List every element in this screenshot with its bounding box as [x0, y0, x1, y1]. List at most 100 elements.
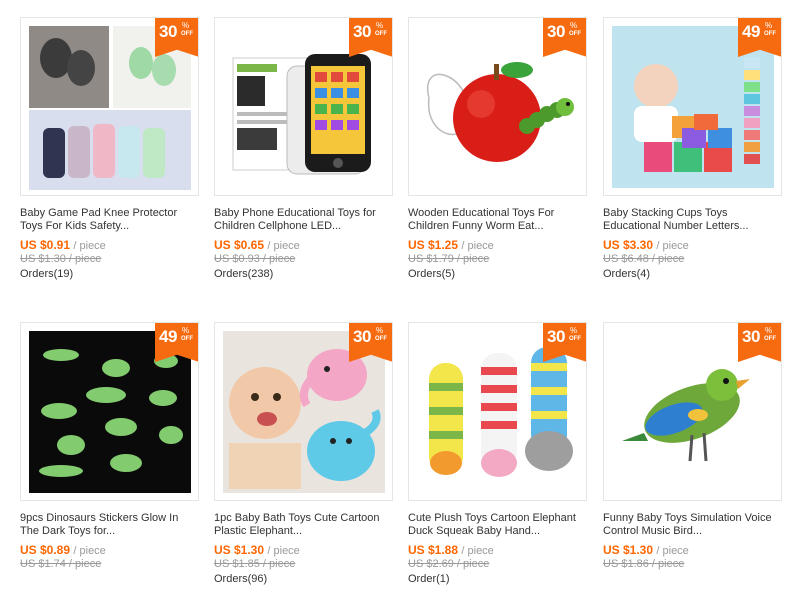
product-price: US $0.91 / piece [20, 238, 106, 252]
original-price: US $6.48 / piece [603, 253, 685, 265]
price-unit: / piece [656, 240, 689, 252]
product-title-line: Baby Stacking Cups Toys [603, 207, 728, 219]
discount-off-label: OFF [764, 31, 776, 37]
product-image-baby-phone[interactable]: 30 % OFF [214, 17, 393, 196]
order-count: Orders(96) [214, 573, 268, 585]
product-title-line: Children Cellphone LED... [214, 220, 342, 232]
discount-percent-sign: % [765, 21, 773, 30]
product-card[interactable]: 30 % OFF Wooden Educational Toys For Chi… [408, 17, 603, 297]
product-grid: 30 % OFF Baby Game Pad Knee Protector To… [0, 0, 800, 589]
product-title-line: 1pc Baby Bath Toys Cute Cartoon [214, 512, 380, 524]
order-count: Orders(238) [214, 268, 274, 280]
discount-off-label: OFF [181, 336, 193, 342]
product-title-line: Baby Game Pad Knee Protector [20, 207, 178, 219]
discount-percent-sign: % [182, 21, 190, 30]
product-title-link[interactable]: Baby Game Pad Knee Protector Toys For Ki… [20, 207, 205, 233]
order-count: Orders(4) [603, 268, 651, 280]
price-amount: US $1.88 [408, 543, 459, 557]
discount-percent-sign: % [376, 326, 384, 335]
discount-percent-sign: % [570, 326, 578, 335]
product-title-link[interactable]: 1pc Baby Bath Toys Cute Cartoon Plastic … [214, 512, 399, 538]
discount-value: 30 [742, 327, 760, 346]
product-title-line: Duck Squeak Baby Hand... [408, 525, 541, 537]
original-price: US $1.74 / piece [20, 558, 102, 570]
price-amount: US $3.30 [603, 238, 654, 252]
product-image-knee-pads[interactable]: 30 % OFF [20, 17, 199, 196]
product-title-line: Control Music Bird... [603, 525, 703, 537]
product-image-stacking-cups[interactable]: 49 % OFF [603, 17, 782, 196]
original-price: US $1.79 / piece [408, 253, 490, 265]
product-card[interactable]: 30 % OFF Baby Phone Educational Toys for… [214, 17, 409, 297]
product-title-line: Plastic Elephant... [214, 525, 303, 537]
price-unit: / piece [73, 545, 106, 557]
product-image-toy-bird[interactable]: 30 % OFF [603, 322, 782, 501]
product-card[interactable]: 49 % OFF Baby Stacking Cups Toys Educati… [603, 17, 798, 297]
price-unit: / piece [656, 545, 689, 557]
price-amount: US $1.25 [408, 238, 459, 252]
order-count: Orders(19) [20, 268, 74, 280]
price-amount: US $1.30 [214, 543, 265, 557]
product-price: US $1.30 / piece [214, 543, 300, 557]
discount-value: 49 [159, 327, 177, 346]
original-price: US $1.30 / piece [20, 253, 102, 265]
product-title-line: Toys For Kids Safety... [20, 220, 130, 232]
original-price: US $2.69 / piece [408, 558, 490, 570]
price-unit: / piece [267, 545, 300, 557]
product-image-apple-worm[interactable]: 30 % OFF [408, 17, 587, 196]
original-price: US $1.86 / piece [603, 558, 685, 570]
price-unit: / piece [73, 240, 106, 252]
product-card[interactable]: 30 % OFF Baby Game Pad Knee Protector To… [20, 17, 215, 297]
product-title-line: Funny Baby Toys Simulation Voice [603, 512, 772, 524]
price-unit: / piece [461, 240, 494, 252]
price-unit: / piece [461, 545, 494, 557]
discount-percent-sign: % [570, 21, 578, 30]
product-card[interactable]: 30 % OFF 1pc Baby Bath Toys Cute Cartoon… [214, 322, 409, 585]
discount-off-label: OFF [764, 336, 776, 342]
product-image-plush-toys[interactable]: 30 % OFF [408, 322, 587, 501]
product-title-line: Baby Phone Educational Toys for [214, 207, 376, 219]
discount-off-label: OFF [375, 336, 387, 342]
product-title-link[interactable]: 9pcs Dinosaurs Stickers Glow In The Dark… [20, 512, 205, 538]
order-count: Order(1) [408, 573, 450, 585]
product-title-line: Children Funny Worm Eat... [408, 220, 544, 232]
order-count: Orders(5) [408, 268, 456, 280]
product-price: US $3.30 / piece [603, 238, 689, 252]
discount-percent-sign: % [182, 326, 190, 335]
product-title-link[interactable]: Funny Baby Toys Simulation Voice Control… [603, 512, 788, 538]
price-unit: / piece [267, 240, 300, 252]
product-title-line: Cute Plush Toys Cartoon Elephant [408, 512, 576, 524]
product-image-glow-dinosaurs[interactable]: 49 % OFF [20, 322, 199, 501]
product-price: US $0.65 / piece [214, 238, 300, 252]
discount-percent-sign: % [376, 21, 384, 30]
discount-off-label: OFF [569, 336, 581, 342]
original-price: US $0.93 / piece [214, 253, 296, 265]
discount-off-label: OFF [375, 31, 387, 37]
price-amount: US $0.65 [214, 238, 265, 252]
price-amount: US $0.91 [20, 238, 71, 252]
discount-value: 30 [353, 22, 371, 41]
product-card[interactable]: 30 % OFF Funny Baby Toys Simulation Voic… [603, 322, 798, 584]
product-title-link[interactable]: Baby Phone Educational Toys for Children… [214, 207, 399, 233]
discount-value: 30 [547, 327, 565, 346]
price-amount: US $1.30 [603, 543, 654, 557]
discount-value: 30 [353, 327, 371, 346]
product-price: US $0.89 / piece [20, 543, 106, 557]
product-price: US $1.30 / piece [603, 543, 689, 557]
product-card[interactable]: 30 % OFF Cute Plush Toys Cartoon Elephan… [408, 322, 603, 585]
product-image-bath-elephant[interactable]: 30 % OFF [214, 322, 393, 501]
product-card[interactable]: 49 % OFF 9pcs Dinosaurs Stickers Glow In… [20, 322, 215, 584]
product-price: US $1.88 / piece [408, 543, 494, 557]
discount-value: 30 [159, 22, 177, 41]
discount-percent-sign: % [765, 326, 773, 335]
price-amount: US $0.89 [20, 543, 71, 557]
product-title-line: Educational Number Letters... [603, 220, 749, 232]
discount-off-label: OFF [569, 31, 581, 37]
product-price: US $1.25 / piece [408, 238, 494, 252]
product-title-link[interactable]: Wooden Educational Toys For Children Fun… [408, 207, 593, 233]
product-title-link[interactable]: Baby Stacking Cups Toys Educational Numb… [603, 207, 788, 233]
product-title-link[interactable]: Cute Plush Toys Cartoon Elephant Duck Sq… [408, 512, 593, 538]
discount-off-label: OFF [181, 31, 193, 37]
product-title-line: 9pcs Dinosaurs Stickers Glow In [20, 512, 179, 524]
original-price: US $1.85 / piece [214, 558, 296, 570]
product-title-line: Wooden Educational Toys For [408, 207, 555, 219]
